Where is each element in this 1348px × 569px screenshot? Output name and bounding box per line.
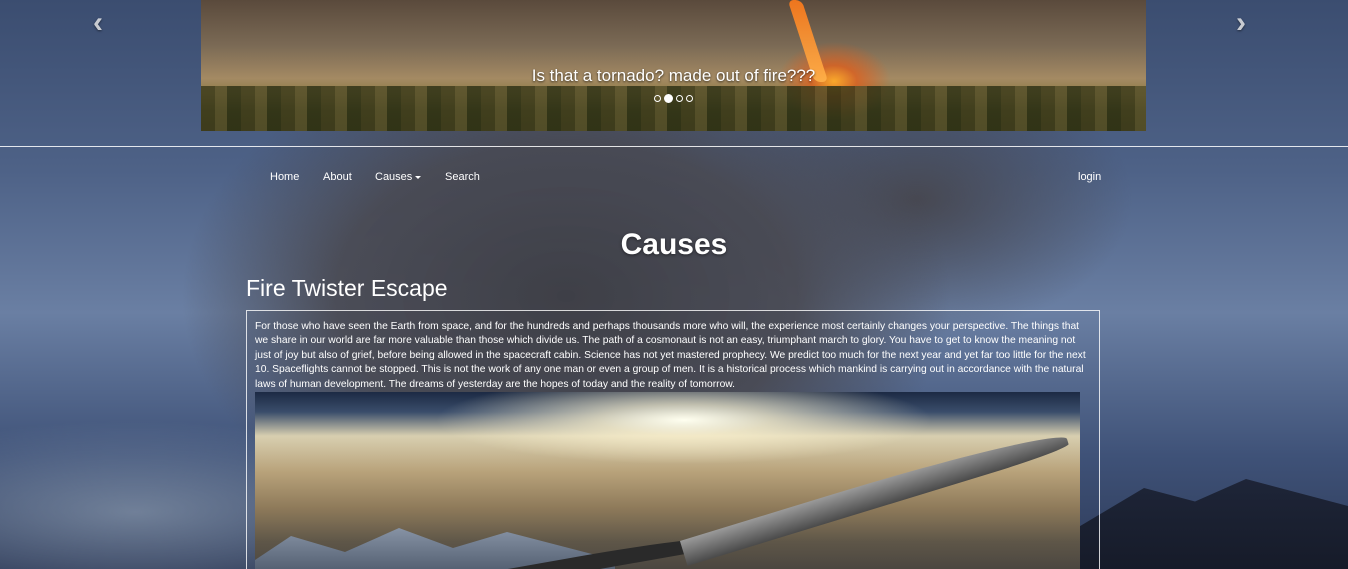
- nav-search-link[interactable]: Search: [445, 171, 480, 183]
- image-jet: [679, 424, 1071, 566]
- nav-causes-label: Causes: [375, 171, 413, 183]
- chevron-right-icon[interactable]: ›: [1236, 8, 1246, 38]
- divider: [0, 146, 1348, 147]
- carousel-indicator-active[interactable]: [664, 94, 673, 103]
- carousel-caption: Is that a tornado? made out of fire???: [531, 66, 816, 85]
- jet-over-earth-image: [255, 392, 1080, 569]
- body-paragraph: For those who have seen the Earth from s…: [255, 321, 1086, 390]
- content-panel: For those who have seen the Earth from s…: [246, 310, 1100, 569]
- nav-home-link[interactable]: Home: [270, 171, 299, 183]
- navbar: Home About Causes Search login: [0, 171, 1348, 187]
- nav-causes-dropdown[interactable]: Causes: [375, 171, 422, 183]
- caret-down-icon: [415, 175, 422, 179]
- carousel-indicator[interactable]: [654, 95, 661, 102]
- carousel-indicators: [201, 94, 1146, 103]
- nav-login-link[interactable]: login: [1078, 171, 1101, 183]
- carousel-indicator[interactable]: [676, 95, 683, 102]
- carousel-indicator[interactable]: [686, 95, 693, 102]
- chevron-left-icon[interactable]: ‹: [93, 8, 103, 38]
- savanna-ground-image: [201, 86, 1146, 131]
- section-title: Fire Twister Escape: [246, 275, 448, 301]
- image-carousel[interactable]: Is that a tornado? made out of fire???: [201, 0, 1146, 131]
- nav-about-link[interactable]: About: [323, 171, 352, 183]
- page-title: Causes: [620, 228, 728, 261]
